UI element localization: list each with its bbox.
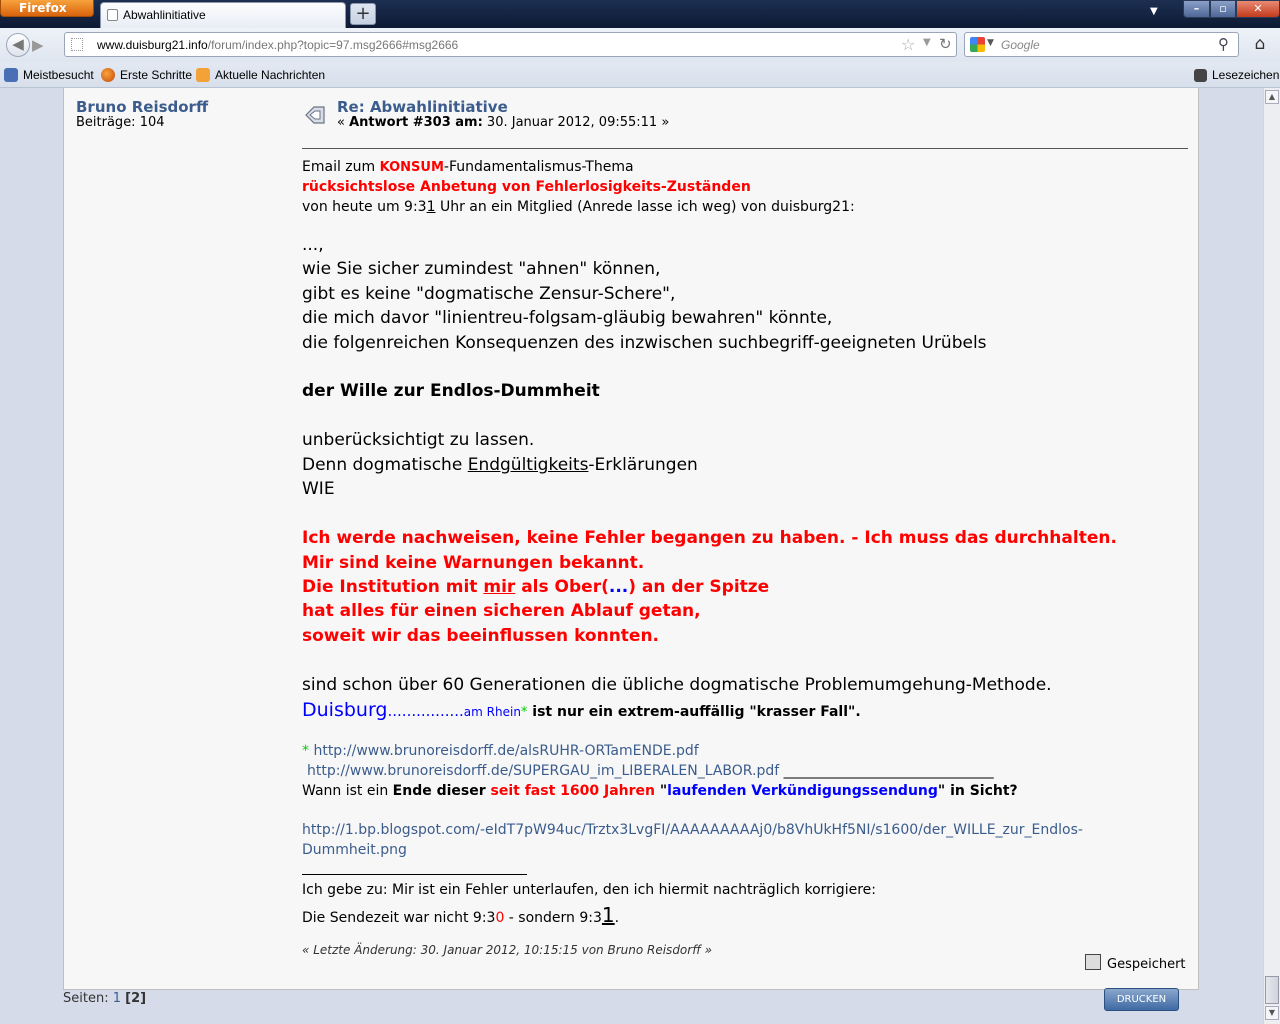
bookmark-erste-schritte[interactable]: Erste Schritte: [101, 68, 192, 82]
pdf-link[interactable]: http://www.brunoreisdorff.de/alsRUHR-ORT…: [313, 743, 698, 759]
scroll-down-icon[interactable]: ▼: [1265, 1006, 1279, 1020]
last-edited-note: « Letzte Änderung: 30. Januar 2012, 10:1…: [302, 943, 713, 957]
forward-icon[interactable]: ▶: [32, 36, 44, 54]
post-line: wie Sie sicher zumindest "ahnen" können,: [302, 259, 661, 279]
post-subject[interactable]: Re: Abwahlinitiative: [337, 98, 508, 116]
close-button[interactable]: ✕: [1236, 0, 1280, 18]
maximize-button[interactable]: ▫: [1210, 0, 1236, 18]
google-icon[interactable]: [970, 37, 985, 52]
post-line: Die Sendezeit war nicht 9:30 - sondern 9…: [302, 903, 620, 927]
post-line: Mir sind keine Warnungen bekannt.: [302, 553, 645, 573]
firefox-menu-button[interactable]: Firefox: [0, 0, 94, 17]
post-icon: [305, 106, 325, 124]
page-icon: [107, 9, 118, 21]
search-icon[interactable]: ⚲: [1218, 35, 1229, 53]
post-line: rücksichtslose Anbetung von Fehlerlosigk…: [302, 179, 751, 195]
post-line: Die Institution mit mir als Ober(...) an…: [302, 577, 770, 597]
post-divider: [302, 148, 1188, 149]
page-viewport: Bruno Reisdorff Beiträge: 104 Re: Abwahl…: [0, 88, 1263, 1024]
post-line: die mich davor "linientreu-folgsam-gläub…: [302, 308, 833, 328]
url-bar[interactable]: www.duisburg21.info/forum/index.php?topi…: [64, 32, 957, 57]
rss-icon: [196, 68, 210, 82]
post-meta: « Antwort #303 am: 30. Januar 2012, 09:5…: [337, 115, 670, 130]
post-line: * http://www.brunoreisdorff.de/alsRUHR-O…: [302, 743, 699, 759]
home-icon[interactable]: ⌂: [1248, 33, 1272, 57]
scroll-thumb[interactable]: [1265, 976, 1279, 1004]
pdf-link[interactable]: http://www.brunoreisdorff.de/SUPERGAU_im…: [302, 763, 779, 779]
bookmark-star-icon[interactable]: ☆: [901, 35, 915, 54]
post-line: von heute um 9:31 Uhr an ein Mitglied (A…: [302, 199, 855, 215]
back-icon[interactable]: ◀: [6, 33, 30, 57]
tab-abwahlinitiative[interactable]: Abwahlinitiative: [100, 2, 346, 28]
reload-icon[interactable]: ↻: [939, 35, 952, 53]
post-line: Ich werde nachweisen, keine Fehler began…: [302, 528, 1117, 548]
post-line: unberücksichtigt zu lassen.: [302, 430, 535, 450]
post-line: der Wille zur Endlos-Dummheit: [302, 381, 600, 401]
bookmark-meistbesucht[interactable]: Meistbesucht: [4, 68, 94, 82]
post-line: hat alles für einen sicheren Ablauf geta…: [302, 601, 701, 621]
pagination: Seiten: 1 [2]: [63, 991, 147, 1006]
bookmark-aktuelle-nachrichten[interactable]: Aktuelle Nachrichten: [196, 68, 325, 82]
current-page: [2]: [125, 991, 147, 1006]
post-line: Ich gebe zu: Mir ist ein Fehler unterlau…: [302, 882, 876, 898]
history-dropdown-icon[interactable]: ▼: [923, 37, 931, 48]
new-tab-button[interactable]: +: [350, 3, 376, 25]
post-line: Denn dogmatische Endgültigkeits-Erklärun…: [302, 455, 698, 475]
most-visited-icon: [4, 68, 18, 82]
firefox-icon: [101, 68, 115, 82]
saved-indicator: Gespeichert: [1085, 954, 1186, 972]
engine-dropdown-icon[interactable]: ▼: [987, 38, 994, 48]
signature-separator: [302, 874, 527, 875]
title-bar: Firefox Abwahlinitiative + ▼ – ▫ ✕: [0, 0, 1280, 28]
saved-icon: [1085, 954, 1101, 970]
post-line: Wann ist ein Ende dieser seit fast 1600 …: [302, 783, 1018, 799]
page-1-link[interactable]: 1: [113, 991, 121, 1006]
post-line: gibt es keine "dogmatische Zensur-Schere…: [302, 284, 676, 304]
author-post-count: Beiträge: 104: [76, 115, 165, 130]
tab-title: Abwahlinitiative: [123, 8, 206, 22]
navigation-toolbar: ◀ ▶ www.duisburg21.info/forum/index.php?…: [0, 28, 1280, 63]
vertical-scrollbar[interactable]: ▲ ▼: [1263, 88, 1280, 1024]
author-name[interactable]: Bruno Reisdorff: [76, 98, 208, 116]
minimize-button[interactable]: –: [1183, 0, 1210, 18]
post-line: http://www.brunoreisdorff.de/SUPERGAU_im…: [302, 763, 994, 779]
post-line: WIE: [302, 479, 335, 499]
post-line: soweit wir das beeinflussen konnten.: [302, 626, 660, 646]
forum-post: Bruno Reisdorff Beiträge: 104 Re: Abwahl…: [63, 88, 1199, 990]
bookmarks-toolbar: Meistbesucht Erste Schritte Aktuelle Nac…: [0, 62, 1280, 88]
url-text[interactable]: www.duisburg21.info/forum/index.php?topi…: [97, 38, 458, 52]
post-line: Email zum KONSUM-Fundamentalismus-Thema: [302, 159, 634, 175]
scroll-up-icon[interactable]: ▲: [1265, 90, 1279, 104]
bookmarks-icon: [1194, 69, 1207, 82]
post-line: die folgenreichen Konsequenzen des inzwi…: [302, 333, 987, 353]
print-button[interactable]: DRUCKEN: [1104, 988, 1179, 1011]
search-input[interactable]: Google: [1001, 38, 1040, 52]
post-line: ...,: [302, 235, 324, 255]
post-line: Duisburg................am Rhein* ist nu…: [302, 699, 861, 721]
image-link[interactable]: http://1.bp.blogspot.com/-eIdT7pW94uc/Tr…: [302, 822, 1083, 838]
bookmarks-menu-button[interactable]: Lesezeichen: [1194, 68, 1279, 82]
search-bar[interactable]: ▼ Google ⚲: [964, 32, 1239, 57]
post-line: sind schon über 60 Generationen die übli…: [302, 675, 1052, 695]
tab-list-icon[interactable]: ▼: [1150, 6, 1158, 17]
image-link[interactable]: Dummheit.png: [302, 842, 407, 858]
site-identity-icon[interactable]: [71, 38, 83, 51]
